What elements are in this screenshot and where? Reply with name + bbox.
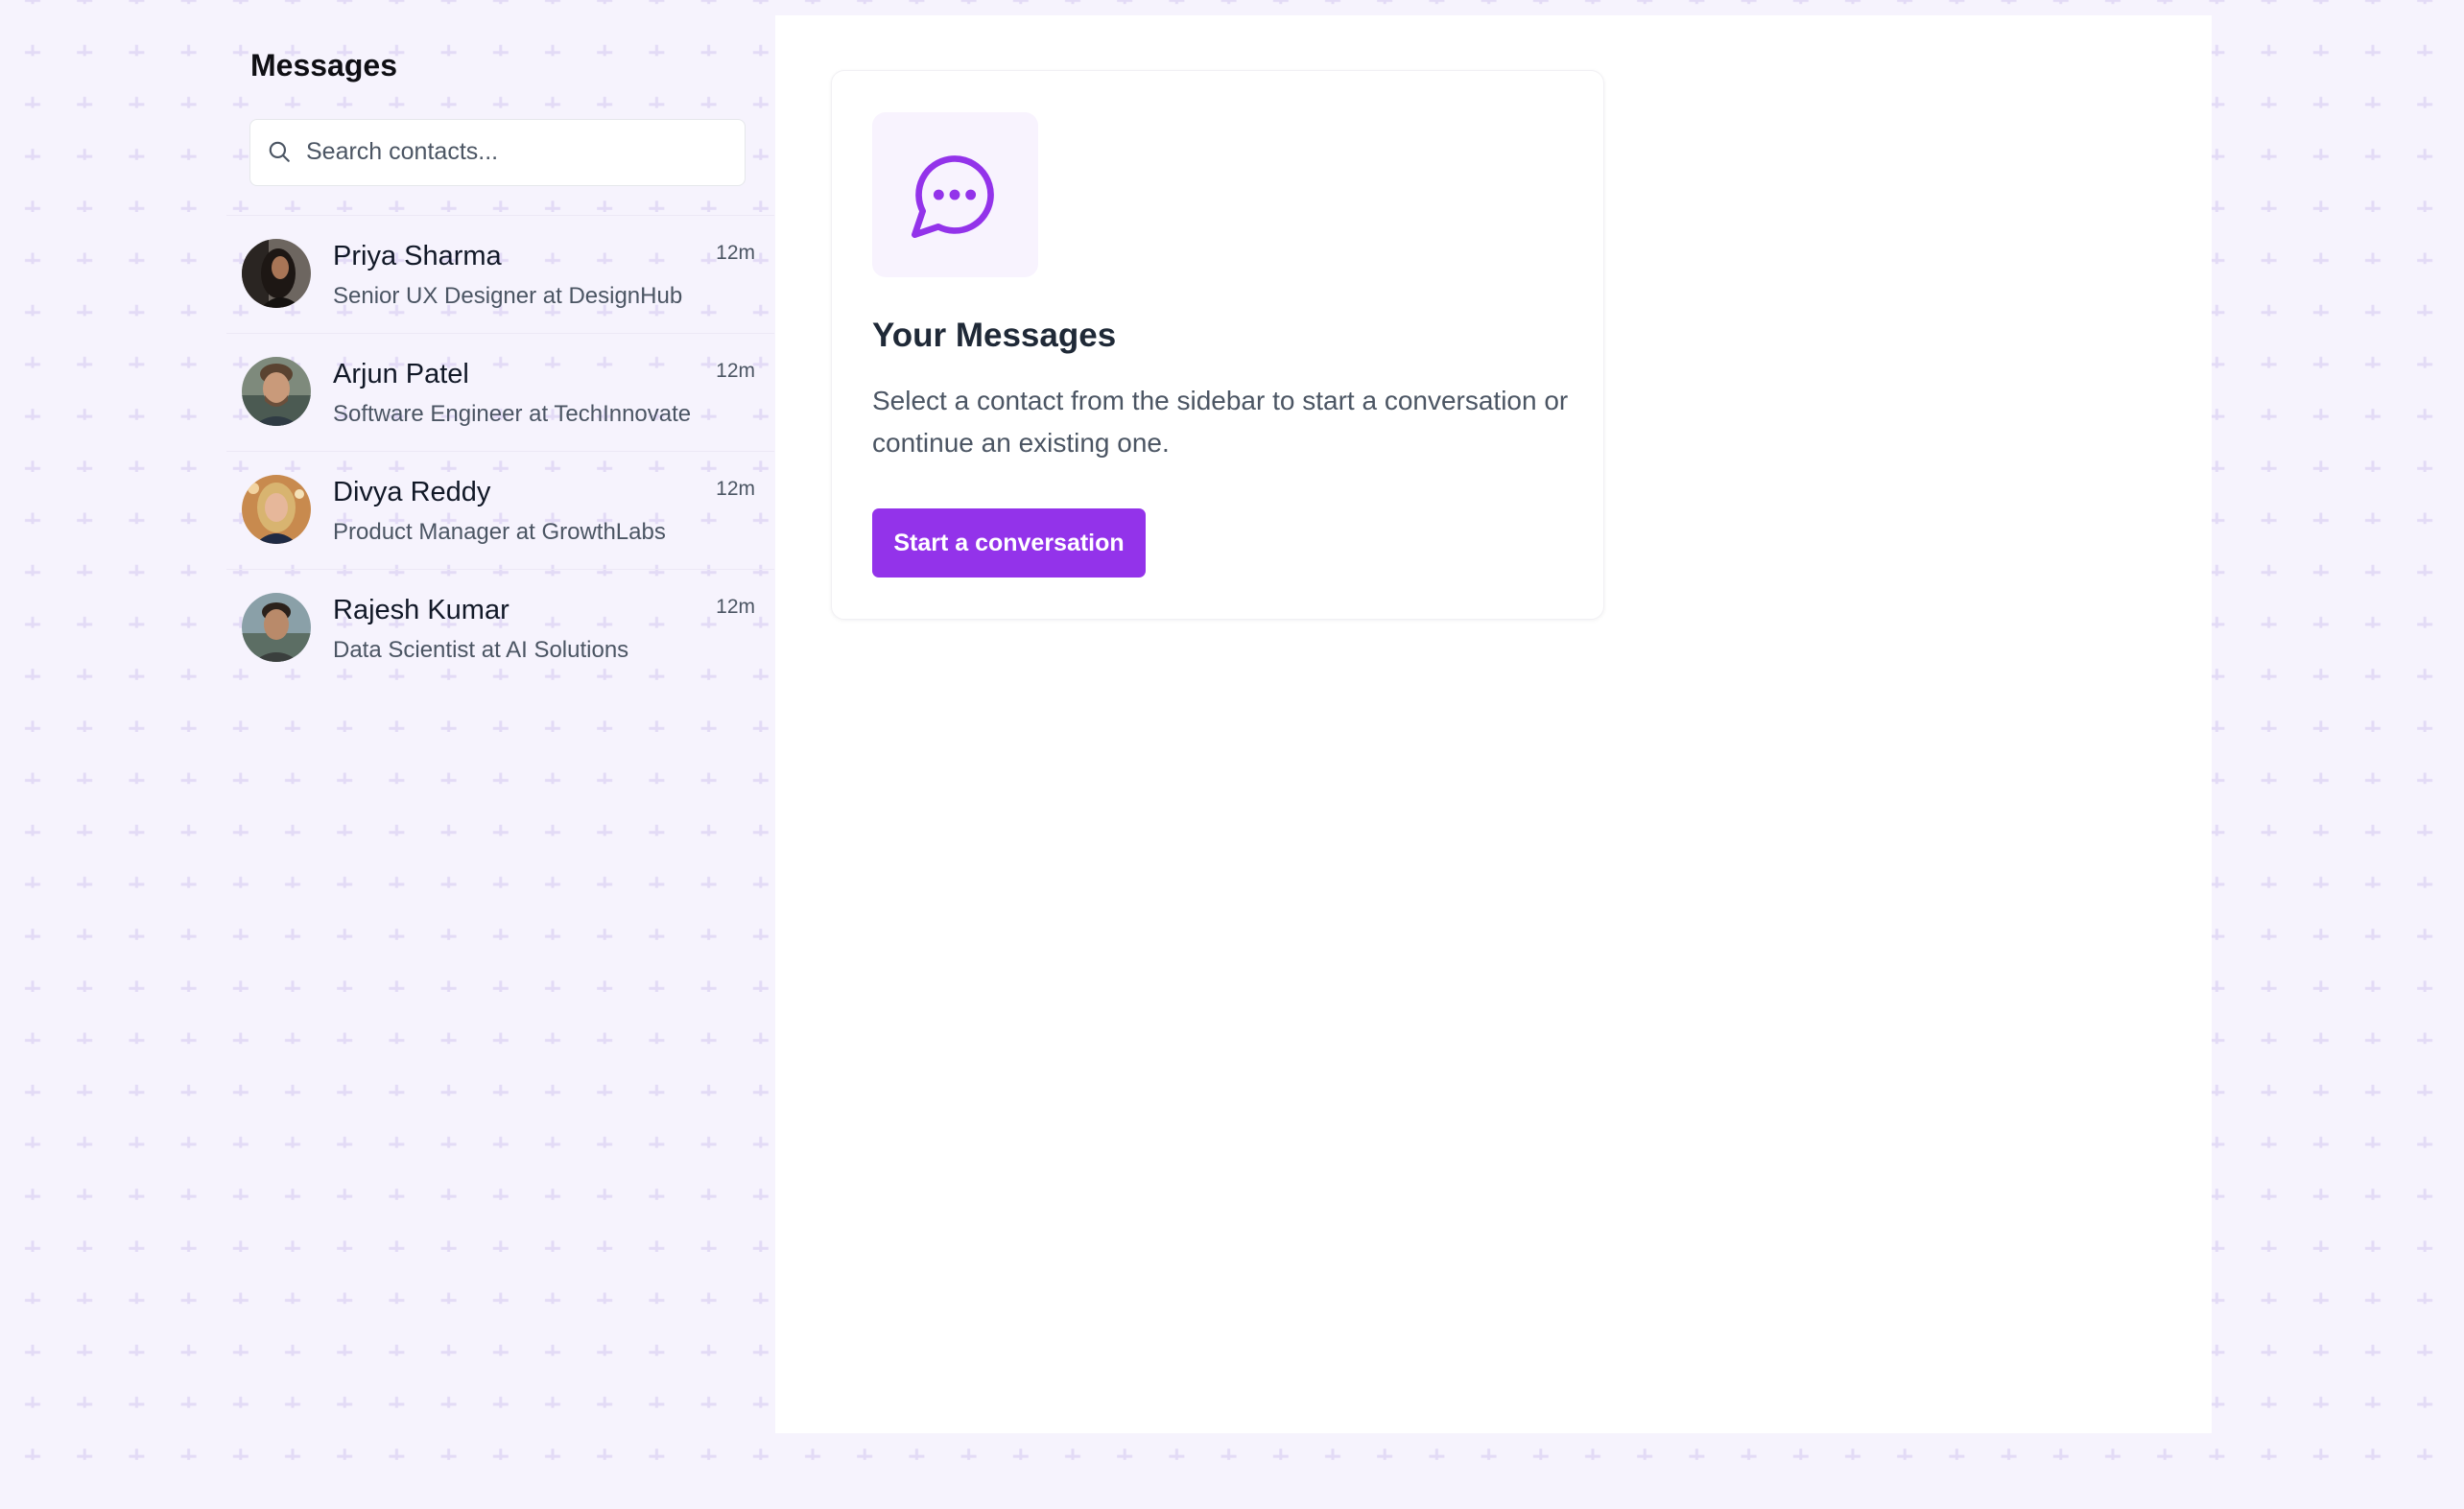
avatar [242,475,311,544]
contact-role: Product Manager at GrowthLabs [333,519,666,545]
contact-timestamp: 12m [716,360,755,382]
sidebar-title: Messages [250,48,397,83]
avatar [242,239,311,308]
contact-item[interactable]: Rajesh Kumar Data Scientist at AI Soluti… [226,569,774,687]
chat-bubble-icon [912,155,994,239]
empty-state-title: Your Messages [872,317,1117,354]
search-icon [269,141,290,162]
sidebar: Messages Priya Sharma Senior UX Designer… [226,15,774,1433]
contact-item[interactable]: Priya Sharma Senior UX Designer at Desig… [226,215,774,333]
empty-state-card: Your Messages Select a contact from the … [831,70,1604,620]
avatar [242,593,311,662]
empty-state-description: Select a contact from the sidebar to sta… [872,386,1569,458]
contact-item[interactable]: Arjun Patel Software Engineer at TechInn… [226,333,774,451]
contact-name: Divya Reddy [333,477,491,507]
avatar [242,357,311,426]
search-box[interactable] [249,119,746,186]
contact-timestamp: 12m [716,478,755,500]
contact-name: Rajesh Kumar [333,595,509,625]
contact-name: Arjun Patel [333,359,469,389]
contact-role: Data Scientist at AI Solutions [333,637,629,663]
contact-name: Priya Sharma [333,241,502,271]
contact-timestamp: 12m [716,596,755,618]
contact-role: Software Engineer at TechInnovate [333,401,692,427]
start-conversation-button[interactable]: Start a conversation [872,508,1146,578]
contact-role: Senior UX Designer at DesignHub [333,283,683,309]
contact-list: Priya Sharma Senior UX Designer at Desig… [226,215,774,687]
empty-state-icon-tile [872,112,1038,277]
contact-item[interactable]: Divya Reddy Product Manager at GrowthLab… [226,451,774,569]
contact-timestamp: 12m [716,242,755,264]
search-input[interactable] [306,120,728,183]
main-panel: Your Messages Select a contact from the … [775,15,2212,1433]
